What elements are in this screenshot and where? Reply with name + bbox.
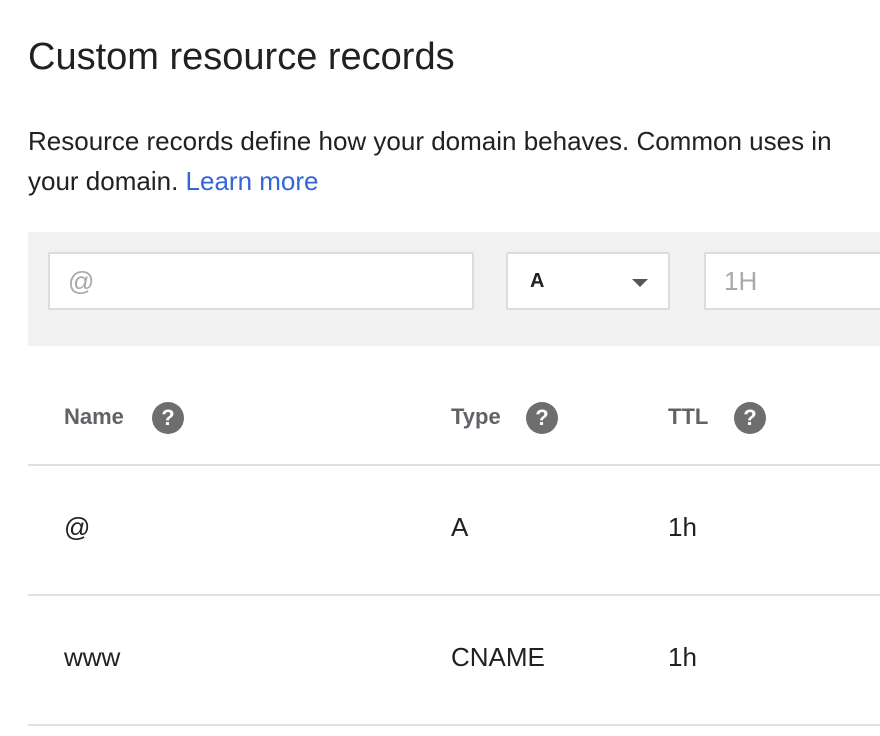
name-column-header: Name [64, 404, 124, 429]
record-type-cell: CNAME [451, 642, 545, 672]
caret-down-icon [632, 279, 648, 287]
type-column-header: Type [451, 404, 501, 429]
record-ttl-cell: 1h [668, 642, 697, 672]
description-line-2: your domain. Learn more [28, 161, 880, 201]
description-line-1: Resource records define how your domain … [28, 126, 832, 156]
ttl-help-icon[interactable]: ? [734, 402, 766, 434]
record-ttl-input[interactable] [704, 252, 880, 310]
ttl-column-header: TTL [668, 404, 709, 429]
type-help-icon[interactable]: ? [526, 402, 558, 434]
table-row[interactable]: @ A 1h [28, 466, 880, 596]
page-description: Resource records define how your domain … [28, 121, 880, 201]
record-name-cell: www [64, 642, 121, 672]
table-row[interactable]: www CNAME 1h [28, 596, 880, 726]
add-record-toolbar: A [28, 232, 880, 346]
page-title: Custom resource records [28, 36, 455, 78]
records-table-header: Name ? Type ? TTL ? [28, 380, 880, 466]
record-ttl-cell: 1h [668, 512, 697, 542]
custom-resource-records-page: Custom resource records Resource records… [0, 0, 880, 736]
description-text: your domain. [28, 166, 179, 196]
record-name-input[interactable] [48, 252, 474, 310]
record-type-cell: A [451, 512, 469, 542]
learn-more-link[interactable]: Learn more [186, 166, 319, 196]
record-type-value: A [530, 270, 545, 292]
record-type-select[interactable]: A [506, 252, 670, 310]
name-help-icon[interactable]: ? [152, 402, 184, 434]
record-name-cell: @ [64, 512, 91, 542]
